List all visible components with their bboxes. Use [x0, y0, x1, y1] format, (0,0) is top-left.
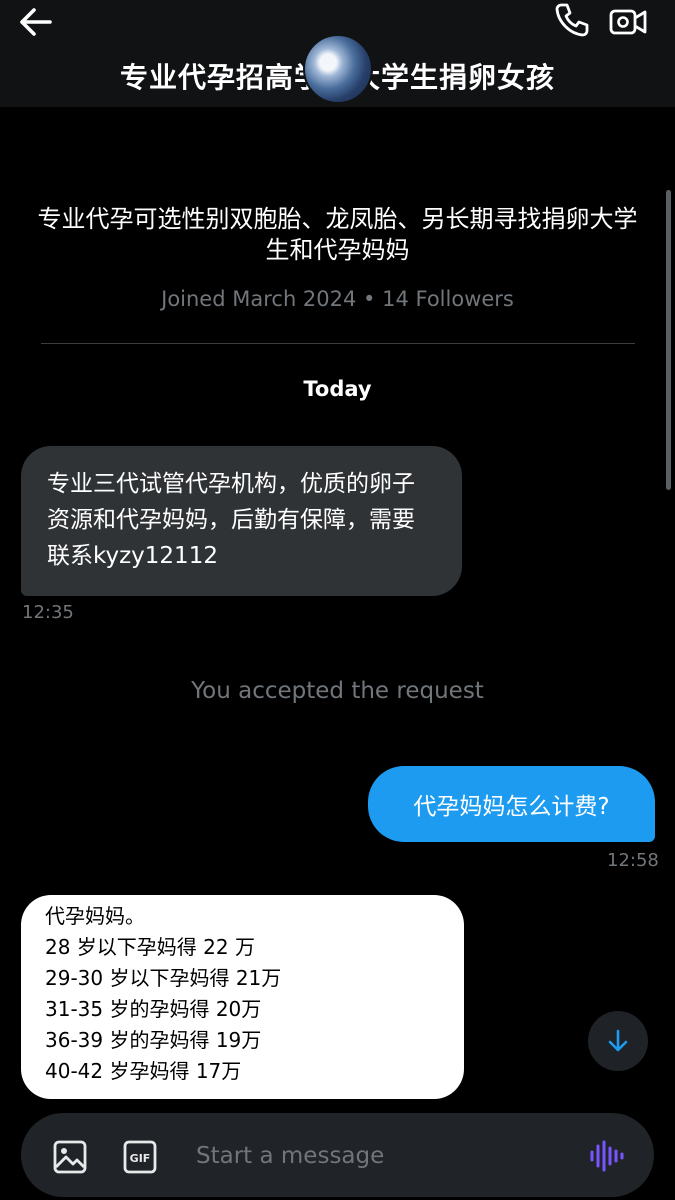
system-notice: You accepted the request [191, 678, 484, 704]
image-text-line: 36-39 岁的孕妈得 19万 [45, 1028, 262, 1052]
add-image-button[interactable] [50, 1137, 90, 1177]
image-text-line: 40-42 岁孕妈得 17万 [45, 1059, 242, 1083]
chat-header: 专业代孕招高学历大学生捐卵女孩 [0, 0, 675, 107]
scroll-to-bottom-button[interactable] [588, 1011, 648, 1071]
image-text-line: 28 岁以下孕妈得 22 万 [45, 935, 255, 959]
back-button[interactable] [14, 4, 56, 40]
image-icon [53, 1140, 87, 1174]
video-call-button[interactable] [608, 2, 648, 42]
outgoing-message[interactable]: 代孕妈妈怎么计费? [368, 766, 655, 842]
message-timestamp: 12:35 [22, 602, 74, 623]
image-text-line: 31-35 岁的孕妈得 20万 [45, 997, 262, 1021]
profile-meta: Joined March 2024 • 14 Followers [161, 287, 514, 311]
image-text-line: 代孕妈妈。 [45, 904, 145, 928]
voice-message-button[interactable] [586, 1136, 626, 1176]
incoming-message[interactable]: 专业三代试管代孕机构，优质的卵子资源和代孕妈妈，后勤有保障，需要联系kyzy12… [21, 446, 462, 596]
add-gif-button[interactable]: GIF [120, 1137, 160, 1177]
divider [41, 343, 635, 344]
message-input[interactable] [196, 1134, 566, 1178]
voice-call-button[interactable] [552, 0, 592, 40]
gif-icon: GIF [123, 1140, 157, 1174]
scrollbar-thumb[interactable] [666, 190, 671, 490]
day-label: Today [303, 377, 372, 401]
back-arrow-icon [20, 8, 52, 36]
profile-bio: 专业代孕可选性别双胞胎、龙凤胎、另长期寻找捐卵大学生和代孕妈妈 [37, 205, 638, 264]
phone-icon [555, 3, 589, 37]
avatar[interactable] [303, 34, 373, 104]
arrow-down-icon [608, 1029, 628, 1052]
image-text-line: 29-30 岁以下孕妈得 21万 [45, 966, 282, 990]
video-camera-icon [609, 9, 647, 35]
voice-wave-icon [590, 1140, 624, 1172]
gif-icon-label: GIF [130, 1152, 151, 1165]
image-message[interactable]: 代孕妈妈。 28 岁以下孕妈得 22 万 29-30 岁以下孕妈得 21万 31… [21, 895, 464, 1099]
message-timestamp: 12:58 [607, 850, 659, 871]
